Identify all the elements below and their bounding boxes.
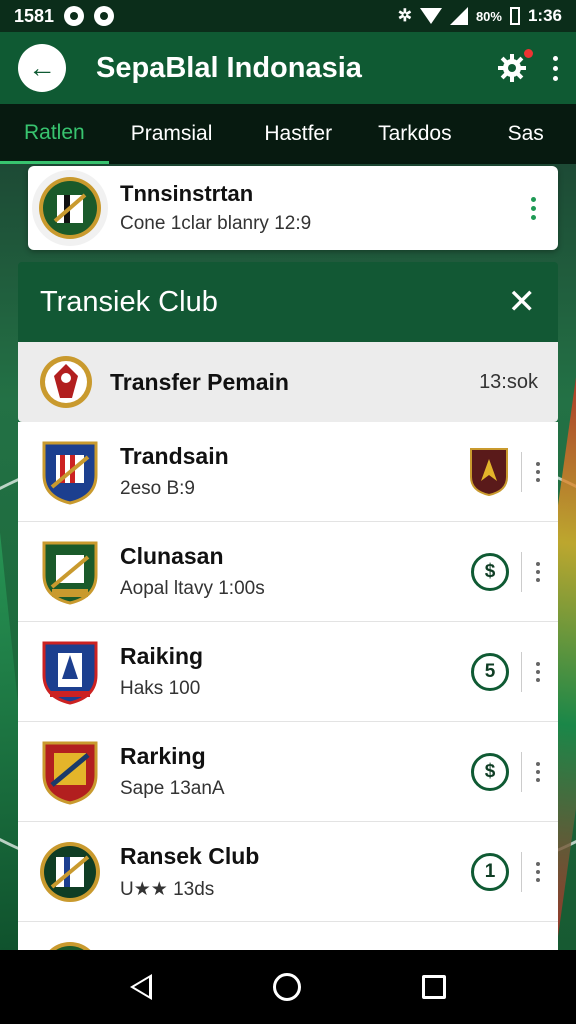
notification-icon <box>64 6 85 26</box>
battery-percent: 80% <box>475 8 502 24</box>
club-meta: Sape 13anA <box>120 778 225 799</box>
club-crest-icon <box>42 441 98 505</box>
transfer-header-row[interactable]: Transfer Pemain 13:sok <box>18 342 558 422</box>
transfer-action-button[interactable]: 1 <box>471 852 509 891</box>
wifi-icon <box>419 8 442 24</box>
club-meta: Haks 100 <box>120 678 201 699</box>
club-crest-icon <box>42 741 98 805</box>
transfer-crest-icon <box>40 356 92 408</box>
club-name: Rarking <box>120 743 206 769</box>
club-list: Trandsain 2eso B:9 Clunasan Aopal ltavy … <box>18 422 558 950</box>
transfer-meta: 13:sok <box>479 370 538 393</box>
club-meta: Aopal ltavy 1:00s <box>120 578 265 599</box>
vibrate-icon: ✲ <box>397 6 412 25</box>
dialog-header: Transiek Club ✕ <box>18 262 558 342</box>
transfer-action-button[interactable]: $ <box>471 752 509 791</box>
arrow-left-icon: ← <box>28 52 56 83</box>
nav-recents-button[interactable] <box>421 975 446 999</box>
tab-tarkdos[interactable]: Tarkdos <box>332 104 452 164</box>
overflow-menu-button[interactable] <box>553 55 558 81</box>
transfer-action-button[interactable]: $ <box>471 552 509 591</box>
club-meta: U★★ 13ds <box>120 878 215 900</box>
clock: 1:36 <box>527 6 562 25</box>
transfer-title: Transfer Pemain <box>110 368 289 395</box>
news-more-button[interactable] <box>531 196 536 220</box>
nav-back-button[interactable] <box>130 974 153 1000</box>
news-subtitle: Cone 1clar blanry 12:9 <box>120 213 312 234</box>
app-notification-icon <box>94 6 115 26</box>
nav-home-button[interactable] <box>272 973 301 1001</box>
dialog-title: Transiek Club <box>40 285 218 318</box>
row-more-button[interactable] <box>536 761 540 782</box>
team-badge-icon <box>470 447 508 496</box>
system-nav-bar <box>0 950 576 1024</box>
back-button[interactable]: ← <box>18 44 66 92</box>
battery-icon <box>509 7 520 25</box>
club-crest-icon <box>49 942 91 950</box>
row-more-button[interactable] <box>536 661 540 682</box>
row-more-button[interactable] <box>536 861 540 882</box>
row-more-button[interactable] <box>536 561 540 582</box>
status-bar: 1581 ✲ 80% 1:36 <box>0 0 576 32</box>
club-crest-icon <box>42 541 98 605</box>
settings-button[interactable] <box>497 49 533 83</box>
signal-icon <box>449 7 468 25</box>
close-icon: ✕ <box>507 283 537 321</box>
club-name: Raiking <box>120 643 204 669</box>
club-name: Trandsain <box>120 443 229 469</box>
gear-icon <box>498 54 526 82</box>
notification-dot <box>524 49 533 58</box>
tab-sas[interactable]: Sas <box>452 104 544 164</box>
list-item[interactable] <box>18 922 558 950</box>
transfer-action-button[interactable]: 5 <box>471 652 509 691</box>
club-logo <box>32 170 108 246</box>
tab-hastfer[interactable]: Hastfer <box>212 104 332 164</box>
tab-ratlen[interactable]: Ratlen <box>0 104 109 164</box>
status-left-text: 1581 <box>14 5 55 26</box>
tab-pramsial[interactable]: Pramsial <box>109 104 213 164</box>
app-title: SepaBlal Indonasia <box>96 51 362 84</box>
club-crest-icon <box>40 841 100 902</box>
list-item[interactable]: Rarking Sape 13anA $ <box>18 722 558 822</box>
tab-bar: Ratlen Pramsial Hastfer Tarkdos Sas <box>0 104 576 164</box>
list-item[interactable]: Raiking Haks 100 5 <box>18 622 558 722</box>
list-item[interactable]: Ransek Club U★★ 13ds 1 <box>18 822 558 922</box>
close-button[interactable]: ✕ <box>508 285 537 319</box>
club-meta: 2eso B:9 <box>120 478 195 499</box>
news-card[interactable]: Tnnsinstrtan Cone 1clar blanry 12:9 <box>28 166 558 250</box>
row-more-button[interactable] <box>536 461 540 482</box>
list-item[interactable]: Clunasan Aopal ltavy 1:00s $ <box>18 522 558 622</box>
list-item[interactable]: Trandsain 2eso B:9 <box>18 422 558 522</box>
app-bar: ← SepaBlal Indonasia <box>0 32 576 104</box>
club-crest-icon <box>39 177 101 239</box>
club-crest-icon <box>42 641 98 705</box>
club-name: Clunasan <box>120 543 224 569</box>
news-title: Tnnsinstrtan <box>120 181 254 206</box>
club-name: Ransek Club <box>120 842 260 869</box>
